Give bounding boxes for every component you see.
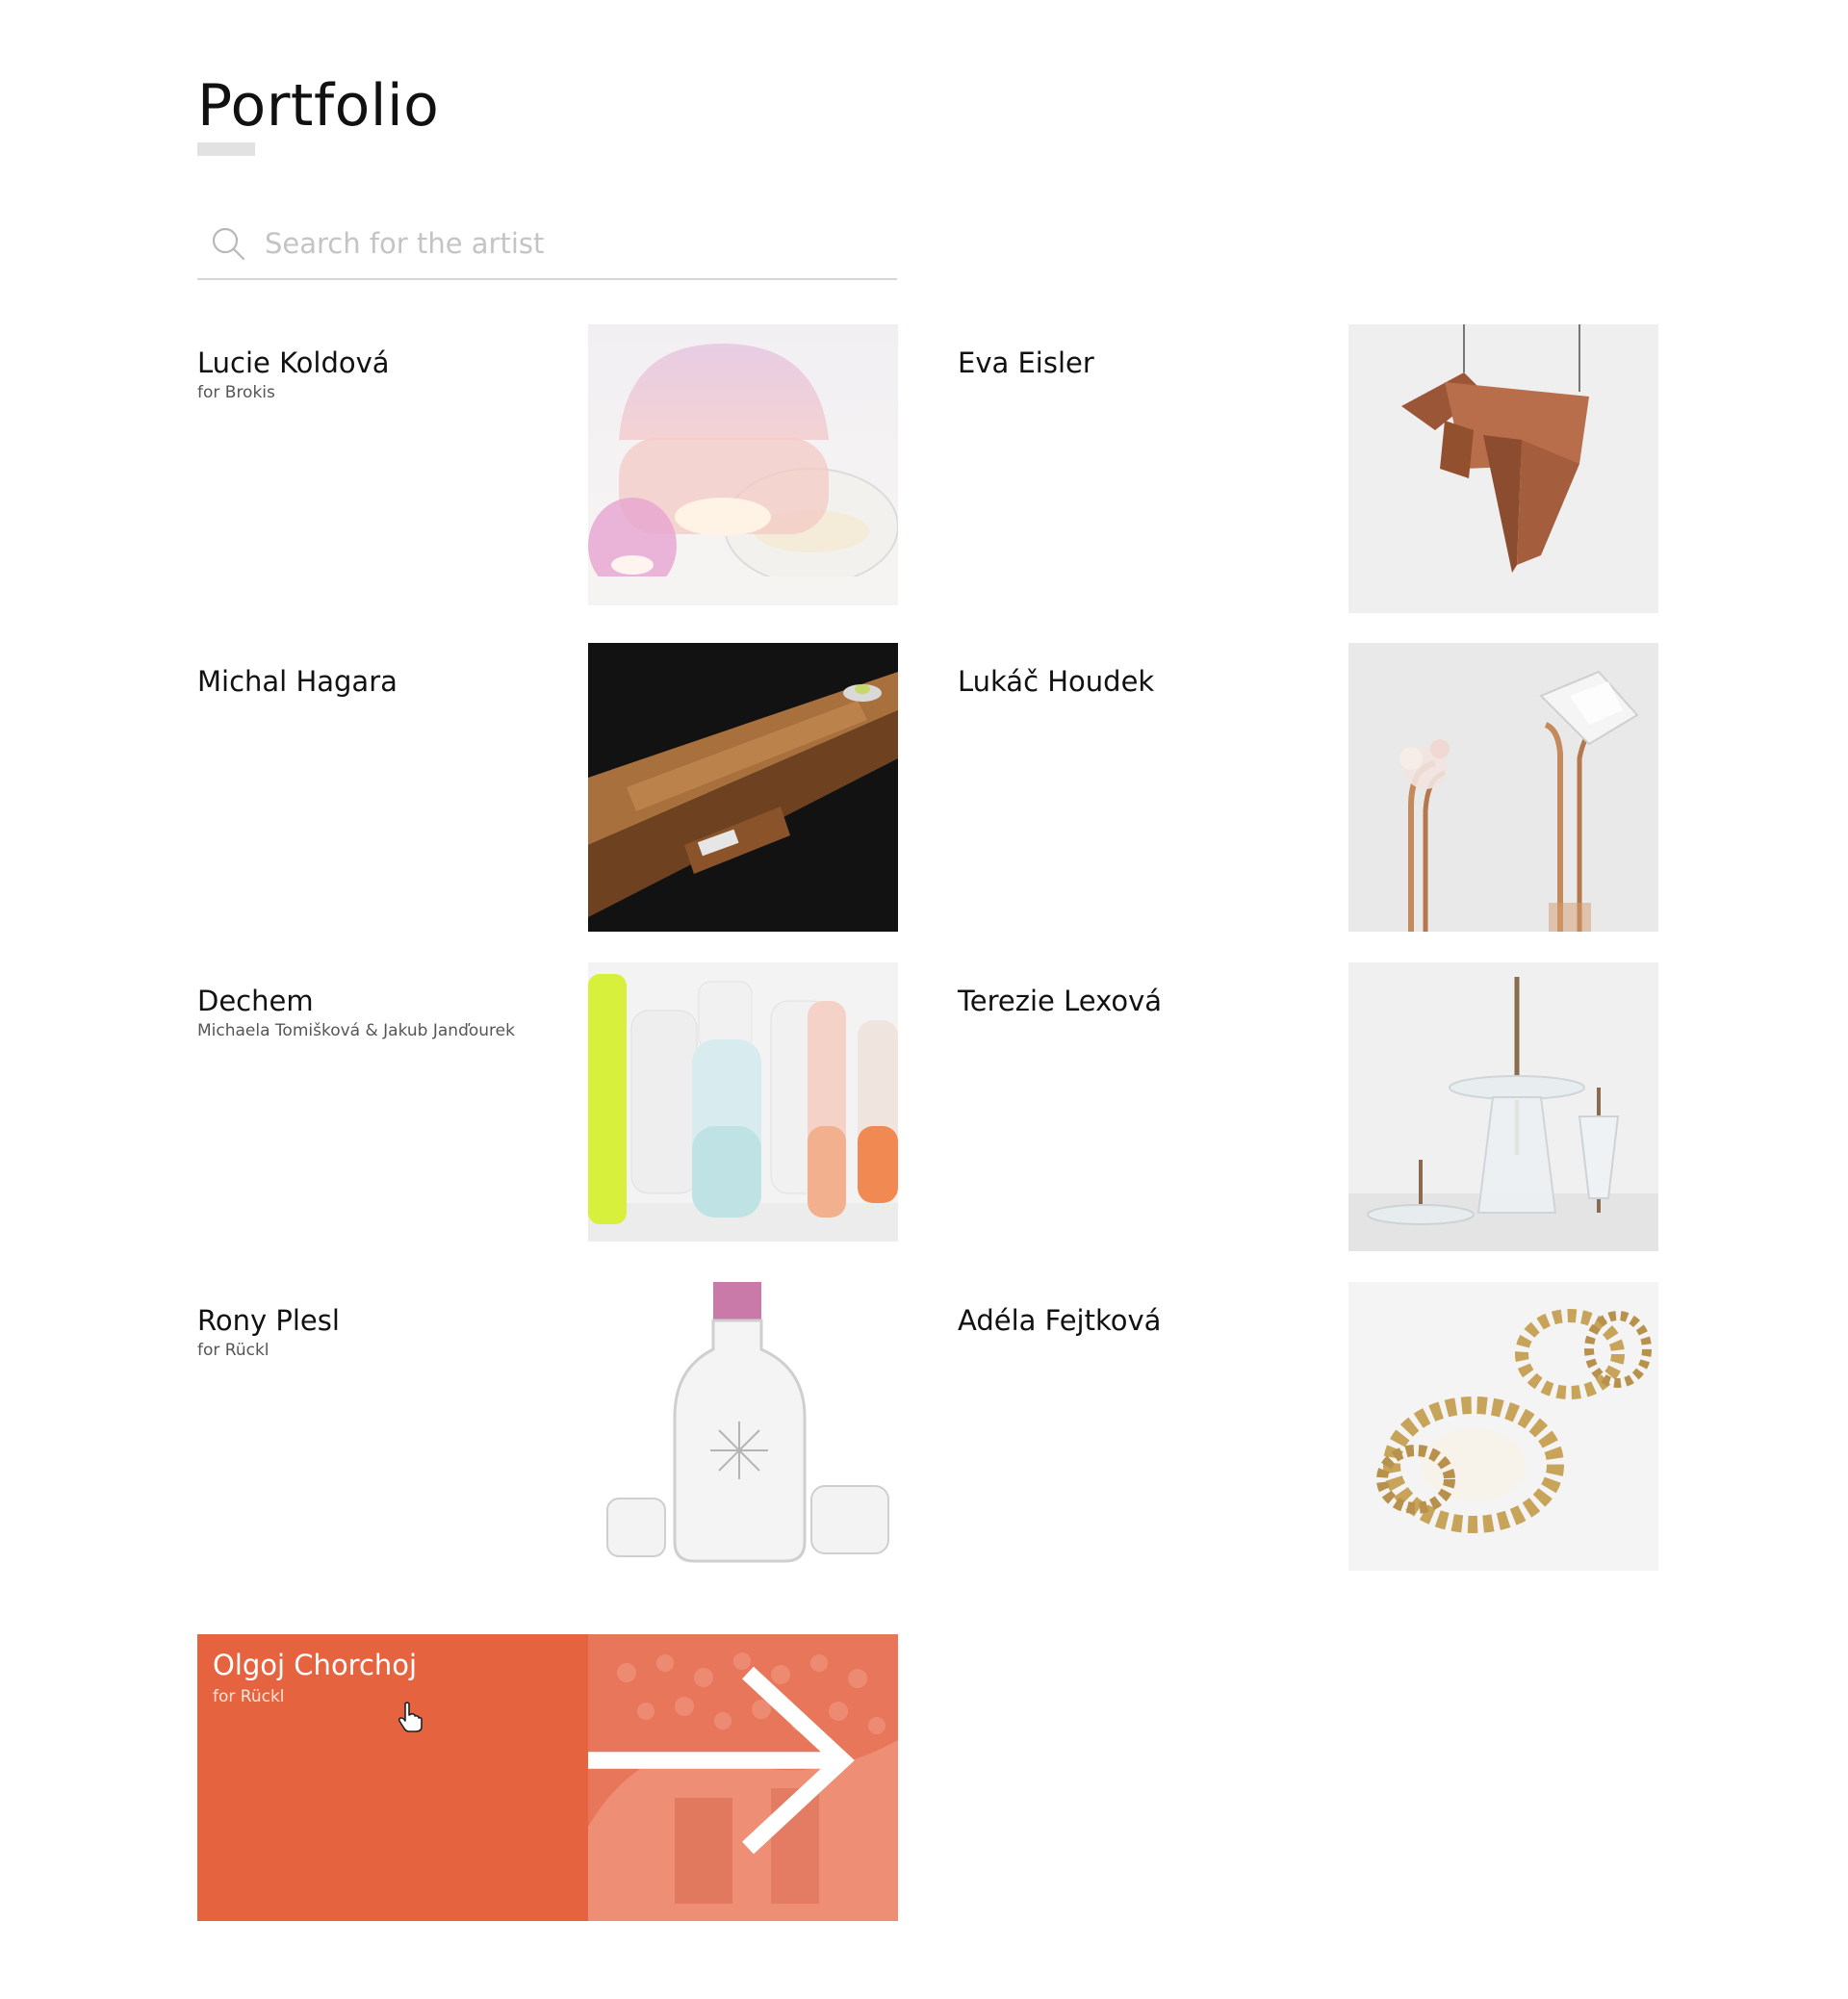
artist-thumbnail[interactable] (588, 324, 898, 605)
artist-subtitle: for Brokis (197, 383, 275, 402)
arrow-right-icon[interactable] (588, 1634, 869, 1904)
artist-name: Michal Hagara (197, 665, 398, 698)
artist-name: Adéla Fejtková (958, 1304, 1162, 1337)
artist-subtitle: for Rückl (213, 1687, 285, 1706)
artist-thumbnail[interactable] (1348, 962, 1658, 1251)
artist-name: Olgoj Chorchoj (213, 1649, 418, 1681)
artist-thumbnail[interactable] (588, 962, 898, 1242)
title-underline (197, 142, 255, 156)
artist-subtitle: Michaela Tomišková & Jakub Janďourek (197, 1021, 515, 1040)
artist-thumbnail[interactable] (588, 1282, 898, 1571)
artist-subtitle: for Rückl (197, 1341, 270, 1360)
search-icon (212, 227, 245, 261)
portfolio-page: Portfolio Lucie Koldová for Brokis (0, 0, 1848, 1999)
artist-name: Dechem (197, 985, 314, 1017)
page-title: Portfolio (197, 72, 440, 140)
artist-card-eva-eisler[interactable]: Eva Eisler (958, 324, 1658, 613)
glass-decanter-image (588, 1282, 898, 1571)
artist-name: Terezie Lexová (958, 985, 1163, 1017)
artist-card-terezie-lexova[interactable]: Terezie Lexová (958, 962, 1658, 1251)
artist-thumbnail[interactable] (588, 643, 898, 932)
wooden-bench-image (588, 643, 898, 932)
gold-rings-image (1348, 1282, 1658, 1571)
hand-pointer-icon (398, 1702, 423, 1732)
glass-stands-image (1348, 962, 1658, 1251)
artist-thumbnail[interactable] (588, 1634, 898, 1921)
wooden-pendant-image (1348, 324, 1658, 613)
search-input[interactable] (265, 217, 881, 270)
artist-name: Lucie Koldová (197, 346, 390, 379)
artist-thumbnail[interactable] (1348, 324, 1658, 613)
search-bar (197, 217, 897, 280)
artist-card-rony-plesl[interactable]: Rony Plesl for Rückl (197, 1282, 898, 1571)
artist-card-dechem[interactable]: Dechem Michaela Tomišková & Jakub Janďou… (197, 962, 898, 1251)
artist-card-michal-hagara[interactable]: Michal Hagara (197, 643, 898, 932)
artist-thumbnail[interactable] (1348, 643, 1658, 932)
artist-card-olgoj-chorchoj[interactable]: Olgoj Chorchoj for Rückl (197, 1634, 898, 1921)
artist-name: Rony Plesl (197, 1304, 340, 1337)
artist-name: Lukáč Houdek (958, 665, 1155, 698)
artist-card-lukac-houdek[interactable]: Lukáč Houdek (958, 643, 1658, 932)
artist-thumbnail[interactable] (1348, 1282, 1658, 1571)
artist-name: Eva Eisler (958, 346, 1094, 379)
crystal-sculptures-image (1348, 643, 1658, 932)
artist-card-lucie-koldova[interactable]: Lucie Koldová for Brokis (197, 324, 898, 613)
artist-card-adela-fejtkova[interactable]: Adéla Fejtková (958, 1282, 1658, 1571)
pink-glass-lamps-image (588, 324, 898, 605)
colored-glass-vases-image (588, 962, 898, 1242)
